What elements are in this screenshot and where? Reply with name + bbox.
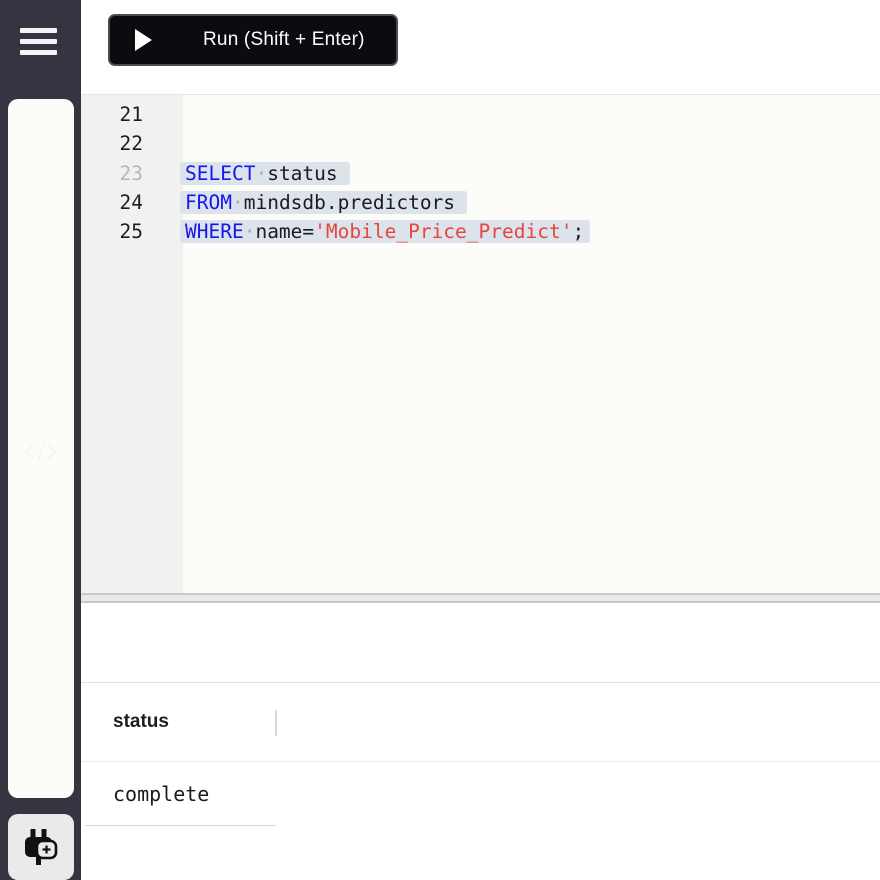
results-header-row: status [81, 682, 880, 762]
editor-gutter: 21 22 23 24 25 [81, 95, 183, 593]
token-keyword: SELECT [185, 161, 256, 185]
code-icon [25, 440, 57, 462]
sidebar-item-add-connection[interactable] [7, 814, 74, 880]
table-row[interactable]: complete [81, 762, 880, 825]
token-plain: mindsdb.predictors [243, 190, 456, 214]
token-string: 'Mobile_Price_Predict' [314, 220, 573, 244]
results-toolbar-area [81, 603, 880, 682]
hamburger-menu-icon [20, 28, 57, 33]
token-keyword: WHERE [185, 220, 244, 244]
code-line[interactable]: FROM·mindsdb.predictors [180, 188, 880, 217]
line-number: 22 [119, 132, 143, 156]
token-plain: status [267, 161, 338, 185]
code-editor[interactable]: 21 22 23 24 25 SELECT·status FROM·mindsdb.pre… [81, 94, 880, 593]
code-line[interactable] [184, 100, 880, 129]
play-icon [135, 29, 152, 51]
token-ws: · [255, 161, 268, 185]
line-number: 24 [119, 190, 143, 214]
code-line[interactable]: WHERE·name='Mobile_Price_Predict'; [180, 217, 880, 246]
column-resize-divider[interactable] [275, 710, 277, 736]
selection-highlight: FROM·mindsdb.predictors [180, 190, 468, 214]
token-ws: · [243, 220, 256, 244]
column-header-status[interactable]: status [81, 711, 275, 733]
panel-resize-handle[interactable] [81, 593, 880, 603]
selection-highlight: SELECT·status [180, 161, 350, 185]
app-root: Run (Shift + Enter) 21 22 23 24 25 SELECT·st… [0, 0, 880, 880]
token-plain: ; [572, 220, 585, 244]
run-button[interactable]: Run (Shift + Enter) [108, 14, 398, 66]
plug-add-icon [24, 829, 57, 865]
editor-content[interactable]: SELECT·status FROM·mindsdb.predictors WHER… [180, 95, 880, 593]
row-underline [85, 825, 276, 826]
selection-highlight: WHERE·name='Mobile_Price_Predict'; [180, 220, 591, 244]
line-number: 25 [119, 220, 143, 244]
sidebar [0, 0, 81, 880]
line-number: 23 [119, 161, 143, 185]
token-plain: name= [255, 220, 315, 244]
results-panel: status complete [81, 603, 880, 880]
code-line[interactable] [184, 129, 880, 158]
code-line[interactable]: SELECT·status [180, 159, 880, 188]
token-ws: · [231, 190, 244, 214]
token-keyword: FROM [185, 190, 232, 214]
menu-button[interactable] [20, 28, 57, 55]
toolbar: Run (Shift + Enter) [81, 0, 880, 94]
sidebar-item-editor[interactable] [7, 99, 74, 798]
main-area: Run (Shift + Enter) 21 22 23 24 25 SELECT·st… [81, 0, 880, 880]
run-button-label: Run (Shift + Enter) [203, 29, 365, 50]
line-number: 21 [119, 103, 143, 126]
status-cell: complete [113, 781, 210, 806]
